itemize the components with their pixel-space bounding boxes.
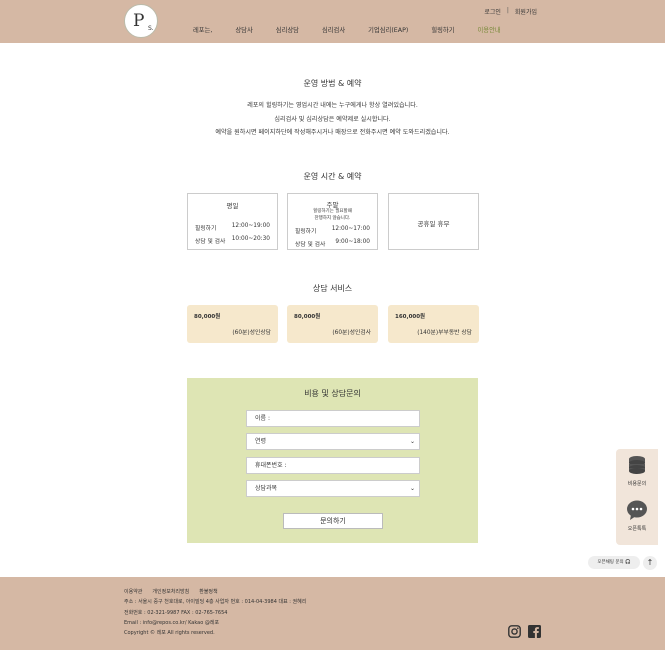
chevron-down-icon: ⌄ [409, 438, 415, 445]
logo-suffix: S. [148, 25, 154, 32]
footer-address: 주소 : 서울시 중구 천호대로, 아이빌딩 4층 사업자 번호 : 014-0… [124, 599, 307, 605]
service-card: 160,000원 (140분)부부동반 상담 [388, 305, 479, 343]
weekday-card: 평일 힐링하기 12:00~19:00 상담 및 검사 10:00~20:30 [187, 193, 278, 250]
footer-links: 이용약관 개인정보처리방침 환불정책 [124, 588, 218, 595]
arrow-up-icon: ↑ [646, 558, 654, 567]
chat-bubble-icon[interactable] [626, 499, 648, 521]
service-price: 160,000원 [395, 314, 426, 320]
holiday-card: 공휴일 휴무 [388, 193, 479, 250]
age-select-value: 연령 [255, 438, 267, 445]
facebook-icon[interactable] [528, 625, 541, 638]
weekend-card: 주말 힐링하기는 필요할때 찬행하지 않습니다. 힐링하기 12:00~17:0… [287, 193, 378, 250]
operation-line: 레포의 힐링하기는 영업시간 내에는 누구에게나 항상 열려있습니다. [247, 102, 418, 109]
operation-line: 예약을 원하시면 페이지하단에 작성해주시거나 매장으로 전화주시면 예약 도와… [215, 129, 450, 136]
nav-item-counseling[interactable]: 심리상담 [276, 25, 299, 34]
chevron-down-icon: ⌄ [409, 485, 415, 492]
footer-phone: 전화번호 : 02-321-9987 FAX : 02-765-7654 [124, 610, 228, 616]
service-card: 80,000원 (60분)성인상담 [187, 305, 278, 343]
site-header: P S. 로그인 | 회원가입 레포는, 상담사 심리상담 심리검사 기업심리(… [0, 0, 665, 43]
nav-item-about[interactable]: 레포는, [193, 25, 212, 34]
service-desc: (60분)성인상담 [232, 330, 271, 336]
service-desc: (140분)부부동반 상담 [417, 330, 472, 336]
weekend-note: 힐링하기는 필요할때 [313, 209, 352, 214]
headset-icon: 🎧 [625, 560, 631, 565]
main-nav: 레포는, 상담사 심리상담 심리검사 기업심리(EAP) 힐링하기 이용안내 [193, 25, 501, 34]
hours-title: 운영 시간 & 예약 [303, 172, 362, 181]
hours-label: 힐링하기 [295, 229, 317, 235]
logo[interactable]: P S. [124, 4, 158, 38]
hours-label: 상담 및 검사 [295, 242, 326, 248]
util-links: 로그인 | 회원가입 [484, 7, 537, 16]
instagram-icon[interactable] [508, 625, 521, 638]
util-separator: | [506, 7, 509, 14]
refund-link[interactable]: 환불정책 [199, 588, 217, 595]
footer-email: Email : info@repos.co.kr/ Kakao @레포 [124, 620, 220, 626]
inquiry-form: 비용 및 상담문의 이름 : 연령 ⌄ 휴대폰번호 : 상담과목 ⌄ 문의하기 [187, 378, 478, 543]
weekend-note: 찬행하지 않습니다. [314, 216, 351, 221]
side-quick-menu: 비용문의 오픈톡톡 [616, 449, 658, 545]
kakao-chat-button[interactable]: 오픈채팅 문의 🎧 [588, 556, 640, 569]
nav-item-counselors[interactable]: 상담사 [235, 25, 252, 34]
privacy-link[interactable]: 개인정보처리방침 [152, 588, 189, 595]
site-footer: 이용약관 개인정보처리방침 환불정책 주소 : 서울시 중구 천호대로, 아이빌… [0, 577, 665, 650]
logo-letter: P [133, 11, 145, 31]
age-select[interactable]: 연령 ⌄ [246, 433, 420, 450]
service-price: 80,000원 [294, 314, 321, 320]
service-price: 80,000원 [194, 314, 221, 320]
login-link[interactable]: 로그인 [484, 7, 501, 16]
services-title: 상담 서비스 [312, 284, 353, 293]
terms-link[interactable]: 이용약관 [124, 588, 142, 595]
submit-button[interactable]: 문의하기 [283, 513, 383, 529]
nav-item-eap[interactable]: 기업심리(EAP) [368, 25, 408, 34]
kakao-chat-label: 오픈채팅 문의 [597, 560, 624, 565]
nav-item-healing[interactable]: 힐링하기 [431, 25, 454, 34]
footer-copyright: Copyright © 레포 All rights reserved. [124, 630, 215, 636]
nav-item-guide[interactable]: 이용안내 [478, 25, 501, 34]
service-desc: (60분)성인검사 [332, 330, 371, 336]
hours-value: 12:00~17:00 [331, 226, 370, 232]
scroll-top-button[interactable]: ↑ [643, 556, 657, 570]
name-field[interactable]: 이름 : [246, 410, 420, 427]
operation-line: 심리검사 및 심리상담은 예약제로 실시합니다. [274, 115, 391, 123]
nav-item-test[interactable]: 심리검사 [322, 25, 345, 34]
phone-field[interactable]: 휴대폰번호 : [246, 457, 420, 474]
coins-icon[interactable] [627, 455, 647, 475]
inquiry-title: 비용 및 상담문의 [304, 389, 361, 398]
open-chat-label[interactable]: 오픈톡톡 [616, 525, 658, 532]
hours-value: 10:00~20:30 [231, 236, 270, 242]
hours-value: 12:00~19:00 [231, 223, 270, 229]
service-card: 80,000원 (60분)성인검사 [287, 305, 378, 343]
weekday-title: 평일 [226, 202, 239, 210]
signup-link[interactable]: 회원가입 [515, 7, 537, 16]
subject-select[interactable]: 상담과목 ⌄ [246, 480, 420, 497]
operation-text: 레포의 힐링하기는 영업시간 내에는 누구에게나 항상 열려있습니다. 심리검사… [0, 99, 665, 140]
hours-value: 9:00~18:00 [335, 239, 370, 245]
hours-label: 힐링하기 [195, 226, 217, 232]
operation-title: 운영 방법 & 예약 [303, 79, 362, 88]
holiday-text: 공휴일 휴무 [417, 220, 450, 228]
cost-inquiry-label[interactable]: 비용문의 [616, 480, 658, 487]
hours-label: 상담 및 검사 [195, 239, 226, 245]
subject-select-value: 상담과목 [255, 485, 278, 492]
